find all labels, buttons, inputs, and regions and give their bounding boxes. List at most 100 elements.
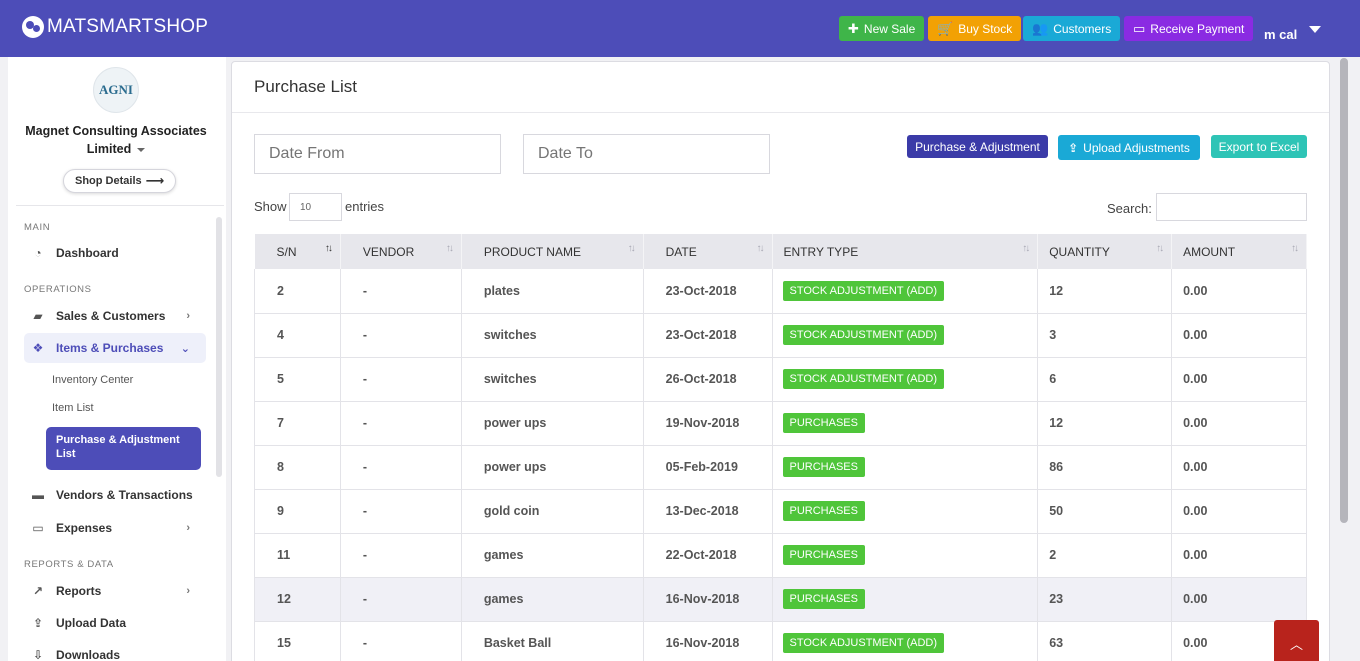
credit-card-icon: ▭ [1133,20,1146,36]
shop-details-button[interactable]: Shop Details ⟶ [63,169,177,193]
cell-date: 23-Oct-2018 [643,269,773,314]
back-to-top-button[interactable]: ︿ [1274,620,1319,661]
logo-icon [22,16,44,38]
cell-quantity: 50 [1037,489,1173,534]
cell-amount: 0.00 [1171,533,1307,578]
app-name: MATSMARTSHOP [47,16,209,37]
column-header-entry-type[interactable]: ENTRY TYPE ↑↓ [772,234,1039,269]
export-excel-button[interactable]: Export to Excel [1211,135,1307,158]
new-sale-button[interactable]: ✚ New Sale [839,16,925,41]
date-to-input[interactable] [523,134,770,174]
user-name[interactable]: m cal [1264,27,1297,42]
cell-sn: 8 [254,445,341,490]
table-row[interactable]: 8- power ups 05-Feb-2019 PURCHASES 86 0.00 [254,445,1307,490]
user-menu-caret-icon[interactable] [1309,26,1321,33]
table-row[interactable]: 5- switches 26-Oct-2018 STOCK ADJUSTMENT (A… [254,357,1307,402]
cell-vendor: - [340,269,462,314]
purchase-table: S/N ↑↓ VENDOR ↑↓ PRODUCT NAME ↑↓ DATE ↑↓ ENT… [254,234,1307,661]
sidebar-item-downloads[interactable]: ⇩ Downloads [24,640,206,661]
upload-icon: ⇪ [32,616,44,630]
cell-sn: 7 [254,401,341,446]
company-logo: AGNI [93,67,139,113]
sidebar-item-vendors[interactable]: ▬ Vendors & Transactions [24,480,206,510]
cell-vendor: - [340,313,462,358]
table-row[interactable]: 4- switches 23-Oct-2018 STOCK ADJUSTMENT (A… [254,313,1307,358]
plus-icon: ✚ [848,20,859,36]
cell-entry-type: STOCK ADJUSTMENT (ADD) [772,357,1039,402]
sort-icon: ↑↓ [1022,243,1030,254]
cell-amount: 0.00 [1171,489,1307,534]
search-label: Search: [1107,201,1152,216]
entry-type-badge: PURCHASES [782,589,865,609]
sidebar-subitem-purchase-adjustment-list[interactable]: Purchase & Adjustment List [46,427,201,470]
truck-icon: ▬ [32,488,44,502]
cell-quantity: 2 [1037,533,1173,578]
entries-select[interactable]: 10 [289,193,342,221]
table-row[interactable]: 7- power ups 19-Nov-2018 PURCHASES 12 0.00 [254,401,1307,446]
sidebar-item-upload-data[interactable]: ⇪ Upload Data [24,608,206,638]
cell-quantity: 3 [1037,313,1173,358]
column-header-amount[interactable]: AMOUNT ↑↓ [1171,234,1307,269]
cell-sn: 4 [254,313,341,358]
table-header-row: S/N ↑↓ VENDOR ↑↓ PRODUCT NAME ↑↓ DATE ↑↓ ENT… [254,234,1307,269]
sidebar-item-items-purchases[interactable]: ❖ Items & Purchases ⌄ [24,333,206,363]
table-row[interactable]: 15- Basket Ball 16-Nov-2018 STOCK ADJUSTMEN… [254,621,1307,661]
column-header-vendor[interactable]: VENDOR ↑↓ [340,234,462,269]
cell-date: 16-Nov-2018 [643,577,773,622]
sidebar: AGNI Magnet Consulting Associates Limite… [8,57,226,661]
cell-entry-type: STOCK ADJUSTMENT (ADD) [772,269,1039,314]
caret-down-icon [137,147,146,152]
dashboard-icon: ◔ [34,246,42,260]
column-header-product[interactable]: PRODUCT NAME ↑↓ [461,234,644,269]
sidebar-scrollbar[interactable] [216,217,222,477]
sidebar-subitem-item-list[interactable]: Item List [52,402,94,414]
cell-date: 23-Oct-2018 [643,313,773,358]
cell-vendor: - [340,357,462,402]
cell-quantity: 63 [1037,621,1173,661]
table-row[interactable]: 11- games 22-Oct-2018 PURCHASES 2 0.00 [254,533,1307,578]
column-header-sn[interactable]: S/N ↑↓ [254,234,341,269]
app-logo[interactable]: MATSMARTSHOP [22,16,208,38]
sort-icon: ↑↓ [627,243,636,254]
customers-button[interactable]: 👥 Customers [1023,16,1121,41]
sidebar-item-dashboard[interactable]: ◔ Dashboard [24,238,206,268]
table-row[interactable]: 9- gold coin 13-Dec-2018 PURCHASES 50 0.00 [254,489,1307,534]
buy-stock-button[interactable]: 🛒 Buy Stock [928,16,1022,41]
cell-quantity: 86 [1037,445,1173,490]
sort-asc-icon: ↑↓ [324,243,333,254]
cell-date: 05-Feb-2019 [643,445,773,490]
cell-vendor: - [340,577,462,622]
date-from-input[interactable] [254,134,501,174]
sidebar-item-sales-customers[interactable]: ▰ Sales & Customers › [24,301,206,331]
sidebar-subitem-inventory-center[interactable]: Inventory Center [52,374,133,386]
sidebar-item-expenses[interactable]: ▭ Expenses › [24,513,206,543]
sidebar-divider [16,205,224,206]
cell-vendor: - [340,533,462,578]
cubes-icon: ❖ [32,341,44,355]
table-row[interactable]: 12- games 16-Nov-2018 PURCHASES 23 0.00 [254,577,1307,622]
cell-amount: 0.00 [1171,313,1307,358]
cell-product: games [461,577,644,622]
sidebar-item-reports[interactable]: ↗ Reports › [24,576,206,606]
shopping-bag-icon: ▰ [33,309,43,323]
column-header-quantity[interactable]: QUANTITY ↑↓ [1037,234,1173,269]
sort-icon: ↑↓ [445,243,454,254]
cell-entry-type: STOCK ADJUSTMENT (ADD) [772,313,1039,358]
sort-icon: ↑↓ [1156,243,1164,254]
column-header-date[interactable]: DATE ↑↓ [643,234,773,269]
cell-date: 13-Dec-2018 [643,489,773,534]
entry-type-badge: PURCHASES [782,545,865,565]
receive-payment-button[interactable]: ▭ Receive Payment [1124,16,1254,41]
purchase-adjustment-button[interactable]: Purchase & Adjustment [907,135,1048,158]
cell-quantity: 6 [1037,357,1173,402]
table-row[interactable]: 2- plates 23-Oct-2018 STOCK ADJUSTMENT (ADD… [254,269,1307,314]
cell-quantity: 12 [1037,401,1173,446]
page-scrollbar[interactable] [1340,58,1348,523]
chevron-up-icon: ︿ [1289,637,1303,652]
upload-adjustments-button[interactable]: ⇪ Upload Adjustments [1058,135,1200,160]
company-name[interactable]: Magnet Consulting Associates Limited [8,122,224,158]
cell-date: 26-Oct-2018 [643,357,773,402]
entry-type-badge: PURCHASES [782,413,865,433]
search-input[interactable] [1156,193,1307,221]
top-navbar: MATSMARTSHOP ✚ New Sale 🛒 Buy Stock 👥 Cu… [0,0,1360,57]
